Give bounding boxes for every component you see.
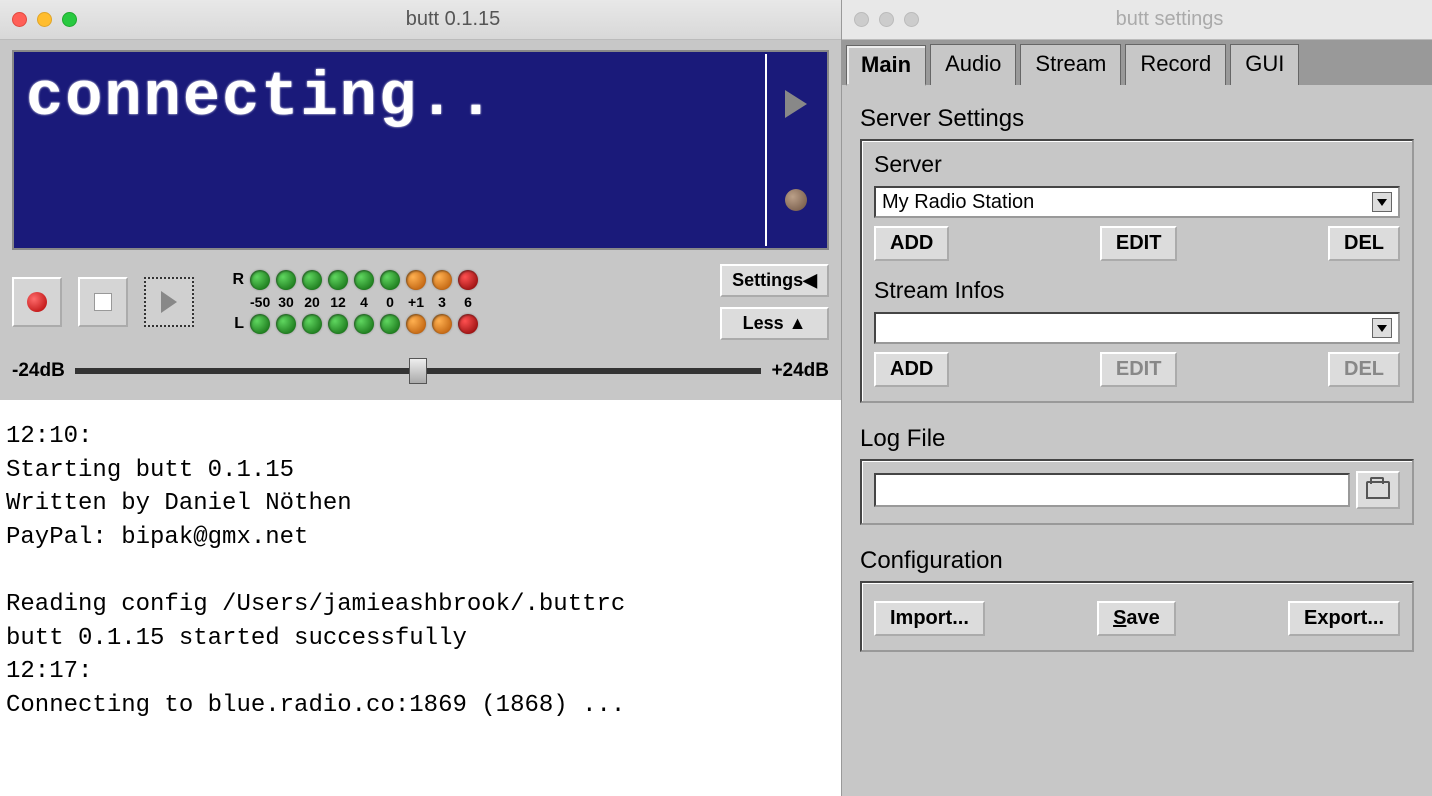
import-button[interactable]: Import... (874, 601, 985, 636)
record-icon (27, 292, 47, 312)
lcd-text: connecting.. (16, 54, 765, 246)
vu-left-label: L (224, 315, 244, 333)
gain-min-label: -24dB (12, 360, 65, 382)
titlebar-main[interactable]: butt 0.1.15 (0, 0, 841, 40)
tab-record[interactable]: Record (1125, 44, 1226, 85)
streaminfo-del-button: DEL (1328, 352, 1400, 387)
gain-slider[interactable] (75, 368, 762, 374)
server-label: Server (874, 151, 1400, 178)
gain-max-label: +24dB (771, 360, 829, 382)
configuration-heading: Configuration (860, 547, 1414, 575)
stream-infos-combo[interactable] (874, 312, 1400, 344)
stop-button[interactable] (78, 277, 128, 327)
stop-icon (94, 293, 112, 311)
maximize-icon[interactable] (62, 12, 77, 27)
record-indicator-icon (785, 189, 807, 211)
maximize-icon[interactable] (904, 12, 919, 27)
settings-window-title: butt settings (919, 8, 1420, 31)
settings-button[interactable]: Settings◀ (720, 264, 829, 297)
log-file-field[interactable] (874, 473, 1350, 507)
vu-meter: R -5030201240+136 L (224, 270, 478, 334)
slider-thumb[interactable] (409, 358, 427, 384)
close-icon[interactable] (854, 12, 869, 27)
play-button[interactable] (144, 277, 194, 327)
export-button[interactable]: Export... (1288, 601, 1400, 636)
titlebar-settings[interactable]: butt settings (842, 0, 1432, 40)
gain-slider-row: -24dB +24dB (12, 346, 829, 390)
tab-main[interactable]: Main (846, 45, 926, 86)
tab-gui[interactable]: GUI (1230, 44, 1299, 85)
chevron-down-icon[interactable] (1372, 318, 1392, 338)
window-title: butt 0.1.15 (77, 8, 829, 31)
tab-audio[interactable]: Audio (930, 44, 1016, 85)
close-icon[interactable] (12, 12, 27, 27)
server-settings-group: Server My Radio Station ADD EDIT DEL Str… (860, 139, 1414, 403)
server-combo-value: My Radio Station (882, 191, 1034, 214)
settings-window: butt settings Main Audio Stream Record G… (842, 0, 1432, 796)
configuration-group: Import... Save Export... (860, 581, 1414, 652)
browse-log-file-button[interactable] (1356, 471, 1400, 509)
server-edit-button[interactable]: EDIT (1100, 226, 1178, 261)
vu-scale: -5030201240+136 (224, 294, 478, 310)
save-button[interactable]: Save (1097, 601, 1176, 636)
controls-panel: connecting.. R -5030201240+136 (0, 40, 841, 400)
play-icon (161, 291, 177, 313)
stream-indicator-icon (785, 90, 807, 118)
tabs-bar: Main Audio Stream Record GUI (842, 40, 1432, 85)
transport-buttons (12, 277, 194, 327)
server-settings-heading: Server Settings (860, 105, 1414, 133)
log-file-group (860, 459, 1414, 525)
vu-right-label: R (224, 271, 244, 289)
chevron-down-icon[interactable] (1372, 192, 1392, 212)
tab-stream[interactable]: Stream (1020, 44, 1121, 85)
lcd-display: connecting.. (12, 50, 829, 250)
log-area[interactable]: 12:10: Starting butt 0.1.15 Written by D… (0, 400, 841, 796)
stream-infos-label: Stream Infos (874, 277, 1400, 304)
settings-body: Server Settings Server My Radio Station … (842, 85, 1432, 796)
vu-right-row: R (224, 270, 478, 290)
less-button[interactable]: Less ▲ (720, 307, 829, 340)
minimize-icon[interactable] (37, 12, 52, 27)
folder-icon (1366, 481, 1390, 499)
streaminfo-add-button[interactable]: ADD (874, 352, 949, 387)
lcd-status-panel (765, 54, 825, 246)
minimize-icon[interactable] (879, 12, 894, 27)
traffic-lights-settings (854, 12, 919, 27)
traffic-lights (12, 12, 77, 27)
main-window: butt 0.1.15 connecting.. R -5030 (0, 0, 842, 796)
server-add-button[interactable]: ADD (874, 226, 949, 261)
log-file-heading: Log File (860, 425, 1414, 453)
server-del-button[interactable]: DEL (1328, 226, 1400, 261)
vu-left-row: L (224, 314, 478, 334)
streaminfo-edit-button: EDIT (1100, 352, 1178, 387)
server-combo[interactable]: My Radio Station (874, 186, 1400, 218)
record-button[interactable] (12, 277, 62, 327)
